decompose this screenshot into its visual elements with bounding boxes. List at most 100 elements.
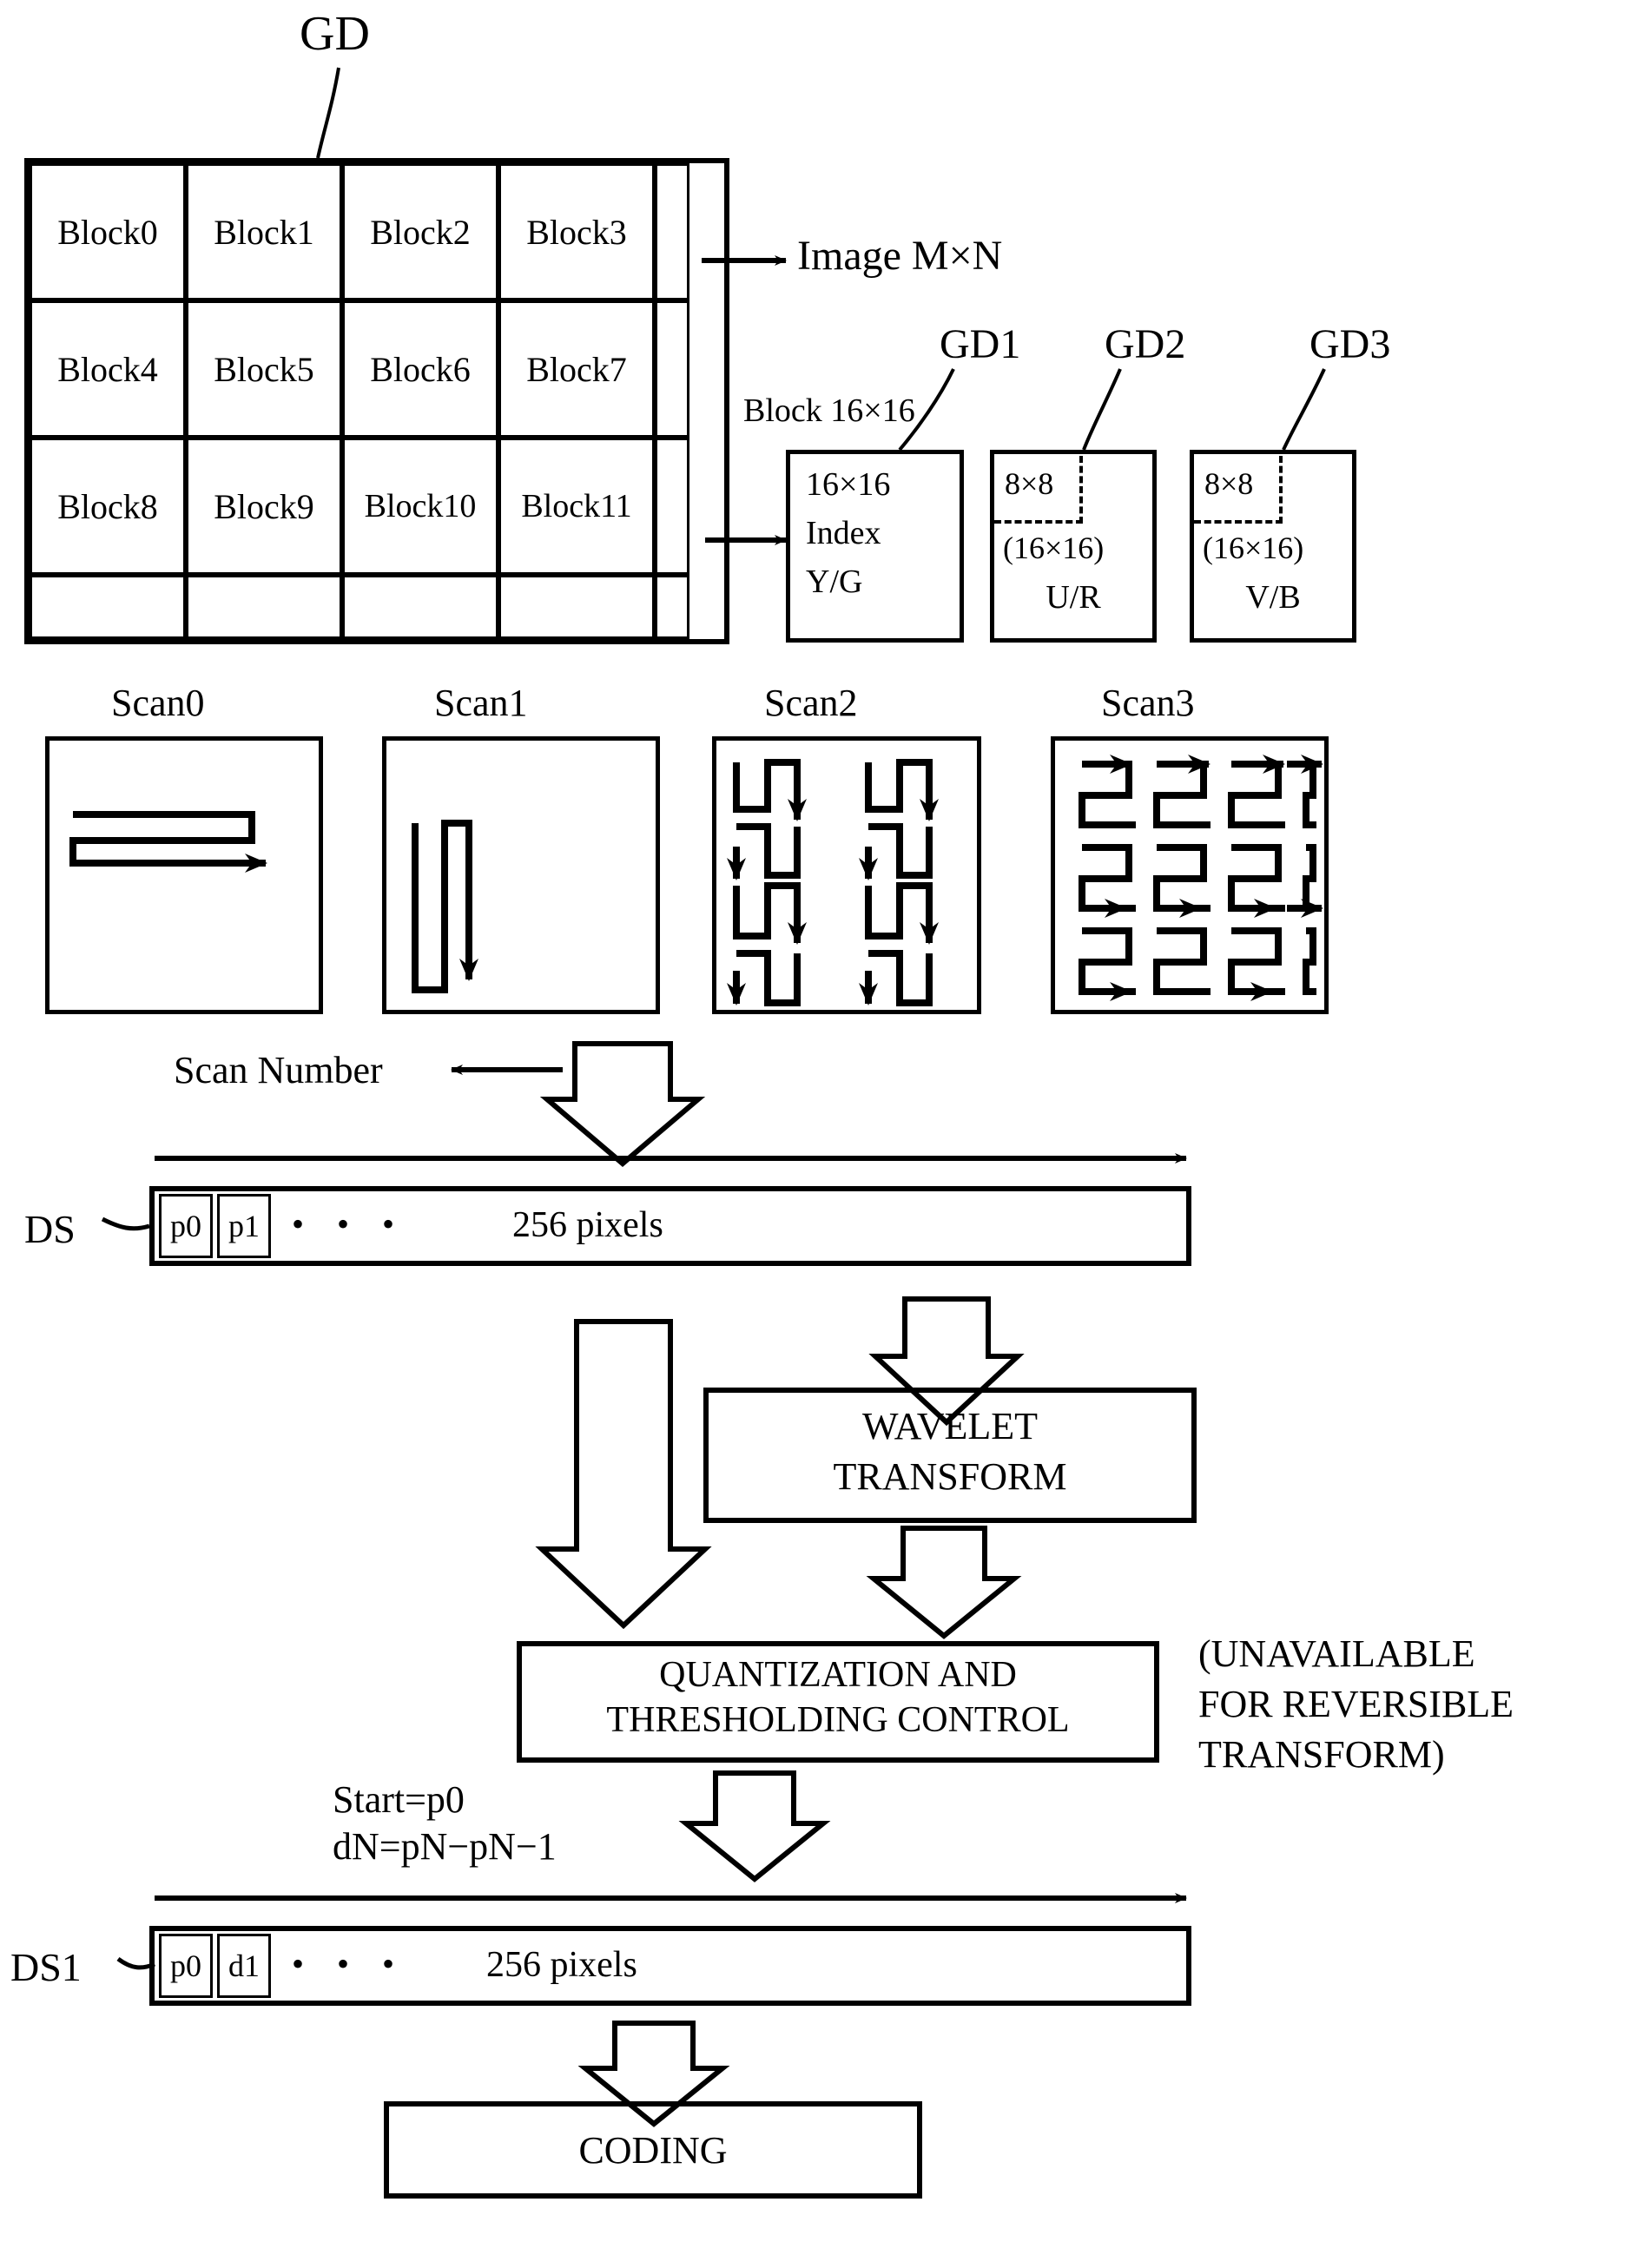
table-row: Block3	[498, 163, 655, 300]
table-row: Block4	[30, 300, 186, 438]
table-row: Block1	[186, 163, 342, 300]
table-row: Block11	[498, 438, 655, 575]
ds1-cell-p0: p0	[159, 1934, 213, 1998]
table-row: Block2	[342, 163, 498, 300]
scan1-box	[382, 736, 660, 1014]
table-row: Block10	[342, 438, 498, 575]
gd-leader-line	[316, 67, 340, 159]
table-row: Block5	[186, 300, 342, 438]
block-arrow-scan-to-ds	[539, 1041, 706, 1167]
table-row: Block8	[30, 438, 186, 575]
block-grid-partial-row-cell	[655, 575, 689, 639]
scan0-box	[45, 736, 323, 1014]
scan-number-label: Scan Number	[174, 1049, 383, 1091]
gd3-line3: V/B	[1245, 579, 1301, 616]
unavailable-note-line1: (UNAVAILABLE	[1198, 1632, 1475, 1675]
scan2-label: Scan2	[764, 682, 858, 724]
gd1-line1: 16×16	[806, 466, 891, 503]
block-label: Block4	[57, 349, 158, 389]
ds1-label: DS1	[10, 1945, 82, 1989]
ds-ellipsis: • • •	[292, 1204, 400, 1243]
block-label: Block6	[370, 349, 471, 389]
image-size-label: Image M×N	[797, 233, 1003, 279]
block-size-label: Block 16×16	[743, 392, 915, 429]
quantization-line2: THRESHOLDING CONTROL	[606, 1700, 1070, 1740]
wavelet-transform-line2: TRANSFORM	[833, 1455, 1067, 1498]
gd1-line3: Y/G	[806, 564, 863, 600]
gd3-subblock-divider-vertical	[1279, 456, 1283, 524]
ds1-ellipsis: • • •	[292, 1944, 400, 1983]
ds-cell-p1: p1	[217, 1194, 271, 1258]
block-label: Block9	[214, 486, 314, 526]
block-label: Block1	[214, 212, 314, 252]
gd1-box: 16×16 Index Y/G	[786, 450, 964, 643]
table-row: Block6	[342, 300, 498, 438]
block-label: Block7	[526, 349, 627, 389]
gd2-subblock-label: 8×8	[1005, 466, 1054, 501]
block-grid-partial-row-cell	[186, 575, 342, 639]
block-label: Block11	[521, 488, 632, 524]
gd2-box: 8×8 (16×16) U/R	[990, 450, 1157, 643]
block-label: Block8	[57, 486, 158, 526]
ds-cell-p0: p0	[159, 1194, 213, 1258]
block-grid-spare-column-cell	[655, 300, 689, 438]
gd2-line3: U/R	[1046, 579, 1101, 616]
wavelet-transform-line1: WAVELET	[861, 1405, 1039, 1447]
ds-cell-p1-label: p1	[228, 1209, 260, 1243]
gd2-line2: (16×16)	[1003, 531, 1105, 565]
ds-cell-p0-label: p0	[170, 1209, 201, 1243]
ds1-length-label: 256 pixels	[486, 1945, 637, 1985]
table-row: Block0	[30, 163, 186, 300]
gd3-label: GD3	[1309, 321, 1391, 367]
block-arrow-quantization-to-ds1	[678, 1770, 831, 1882]
gd3-leader-line	[1282, 368, 1326, 451]
block-grid-partial-row-cell	[342, 575, 498, 639]
scan3-box	[1051, 736, 1329, 1014]
scan1-label: Scan1	[434, 682, 528, 724]
ds1-cell-p0-label: p0	[170, 1948, 201, 1983]
gd-label: GD	[300, 7, 370, 61]
ds-label: DS	[24, 1207, 76, 1251]
start-formula-line1: Start=p0	[333, 1778, 465, 1821]
ds-bar: p0 p1 • • • 256 pixels	[149, 1186, 1191, 1266]
diagram-canvas: GD Block0 Block1 Block2 Block3 Block4 Bl…	[0, 0, 1636, 2268]
gd1-label: GD1	[940, 321, 1021, 367]
block-label: Block5	[214, 349, 314, 389]
unavailable-note-line2: FOR REVERSIBLE	[1198, 1683, 1514, 1725]
ds1-cell-d1-label: d1	[228, 1948, 260, 1983]
scan2-box	[712, 736, 981, 1014]
gd2-subblock-divider-horizontal	[994, 520, 1083, 524]
scan3-label: Scan3	[1101, 682, 1195, 724]
gd3-box: 8×8 (16×16) V/B	[1190, 450, 1356, 643]
block-arrow-wavelet-to-quantization	[866, 1526, 1022, 1639]
block-grid-spare-column-cell	[655, 163, 689, 300]
quantization-line1: QUANTIZATION AND	[659, 1655, 1017, 1695]
gd2-label: GD2	[1105, 321, 1186, 367]
block-label: Block0	[57, 212, 158, 252]
block-label: Block2	[370, 212, 471, 252]
gd2-subblock-divider-vertical	[1079, 456, 1083, 524]
block-grid-partial-row-cell	[30, 575, 186, 639]
coding-box: CODING	[384, 2101, 922, 2199]
block-arrow-ds-to-quantization	[535, 1319, 712, 1630]
unavailable-note-line3: TRANSFORM)	[1198, 1733, 1445, 1776]
ds-leader-line	[101, 1216, 150, 1231]
gd3-line2: (16×16)	[1203, 531, 1304, 565]
ds1-bar: p0 d1 • • • 256 pixels	[149, 1926, 1191, 2006]
coding-label: CODING	[578, 2128, 728, 2172]
table-row: Block7	[498, 300, 655, 438]
block-grid-spare-column-cell	[655, 438, 689, 575]
gd2-leader-line	[1082, 368, 1122, 451]
block-grid: Block0 Block1 Block2 Block3 Block4 Block…	[30, 163, 724, 639]
table-row: Block9	[186, 438, 342, 575]
quantization-thresholding-box: QUANTIZATION AND THRESHOLDING CONTROL	[517, 1641, 1159, 1763]
ds-length-label: 256 pixels	[512, 1205, 663, 1245]
gd1-line2: Index	[806, 515, 881, 551]
scan0-label: Scan0	[111, 682, 205, 724]
start-formula-line2: dN=pN−pN−1	[333, 1825, 557, 1868]
ds1-cell-d1: d1	[217, 1934, 271, 1998]
block-label: Block3	[526, 212, 627, 252]
gd3-subblock-label: 8×8	[1204, 466, 1254, 501]
gd3-subblock-divider-horizontal	[1194, 520, 1283, 524]
block-grid-partial-row-cell	[498, 575, 655, 639]
